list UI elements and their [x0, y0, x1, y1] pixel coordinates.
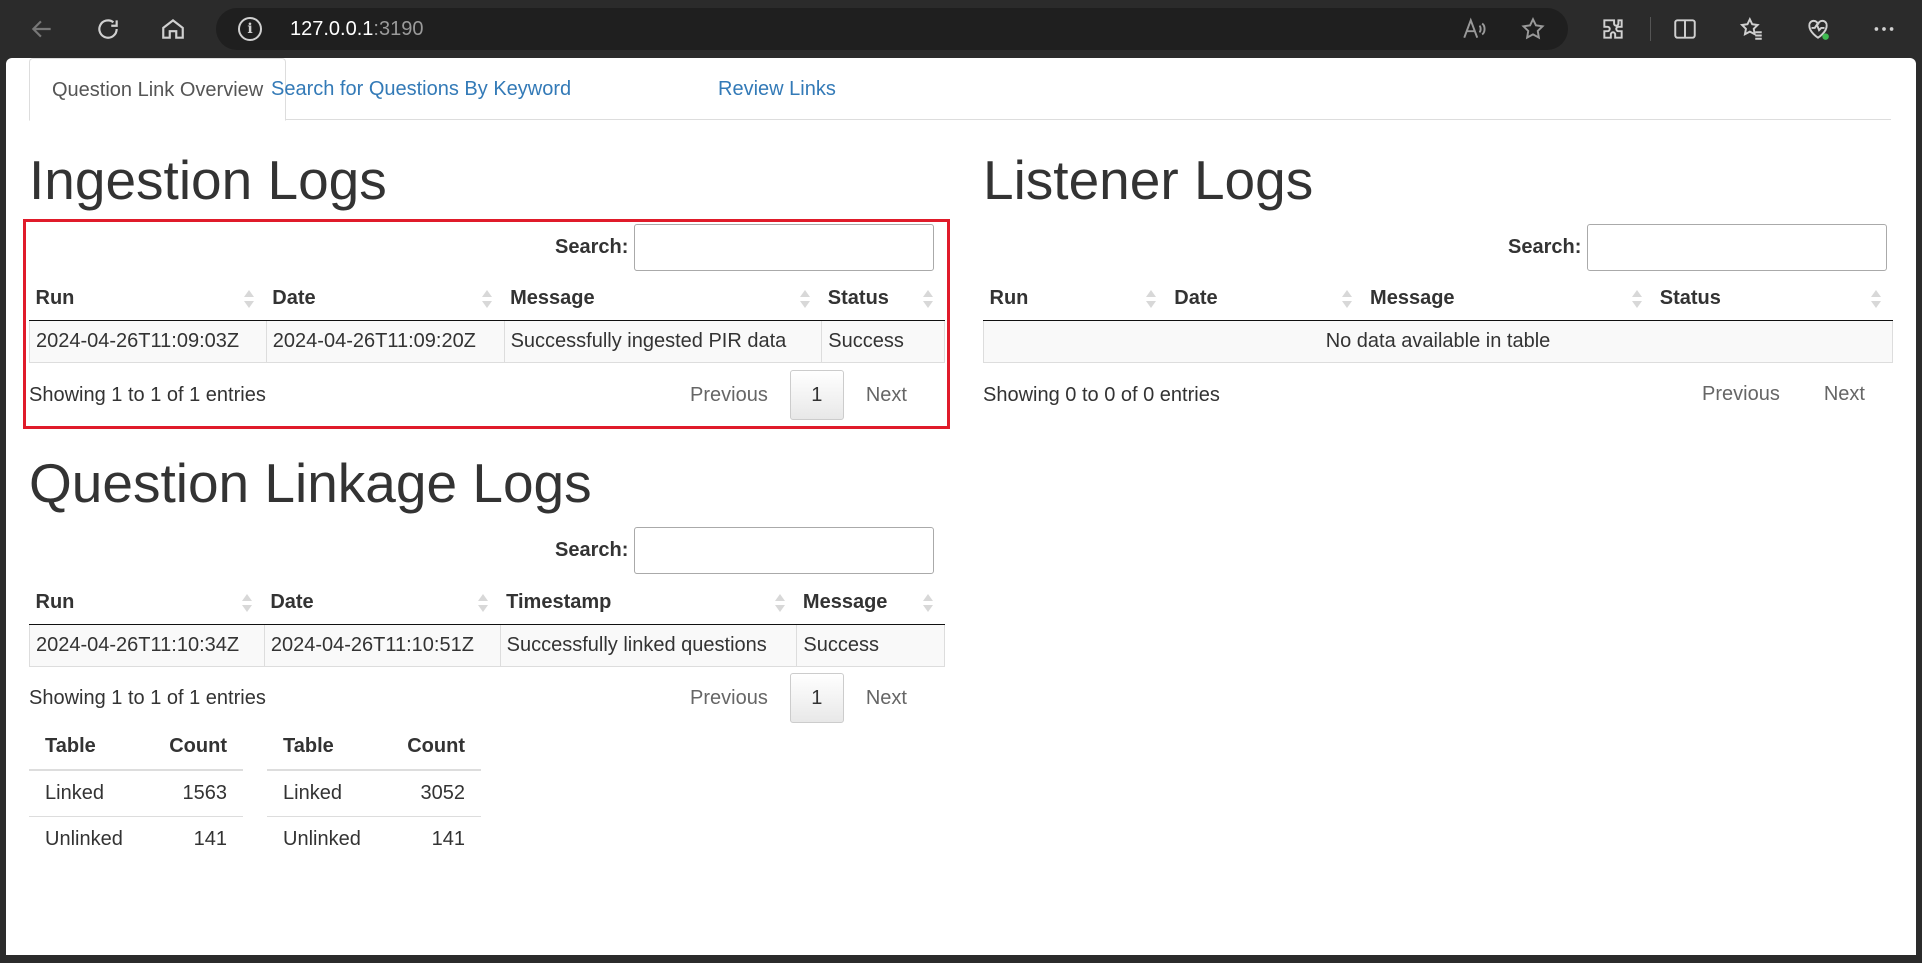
cell-timestamp: Successfully linked questions	[499, 623, 797, 667]
url-text[interactable]: 127.0.0.1:3190	[290, 18, 423, 41]
sort-icon	[1342, 290, 1353, 310]
more-options-icon[interactable]	[1862, 7, 1906, 51]
listener-search-input[interactable]	[1587, 224, 1888, 271]
sort-icon	[1870, 290, 1881, 310]
column-header-timestamp[interactable]: Timestamp	[500, 582, 797, 625]
linkage-entries-info: Showing 1 to 1 of 1 entries	[29, 687, 266, 709]
search-label: Search:	[1508, 236, 1582, 258]
highlight-box	[23, 219, 950, 429]
column-header-message[interactable]: Message	[796, 582, 945, 625]
listener-pagination: Previous Next	[1680, 370, 1887, 418]
tab-bar: Question Link Overview Search for Questi…	[29, 58, 1891, 121]
back-icon[interactable]	[20, 7, 64, 51]
site-info-icon[interactable]: i	[238, 17, 262, 41]
count-value: 3052	[384, 769, 481, 816]
count-label: Linked	[267, 769, 385, 816]
cell-date: 2024-04-26T11:10:51Z	[263, 623, 501, 667]
listener-entries-info: Showing 0 to 0 of 0 entries	[983, 384, 1220, 406]
page-1-button[interactable]: 1	[789, 673, 844, 723]
column-header-status[interactable]: Status	[1653, 278, 1893, 321]
linkage-search-input[interactable]	[634, 527, 935, 574]
column-header-message[interactable]: Message	[1364, 278, 1654, 321]
extensions-icon[interactable]	[1591, 7, 1635, 51]
next-button[interactable]: Next	[1802, 370, 1887, 418]
count-value: 141	[146, 815, 243, 862]
next-button[interactable]: Next	[844, 674, 929, 722]
tab-review-links[interactable]: Review Links	[696, 58, 858, 120]
table-row: 2024-04-26T11:10:34Z 2024-04-26T11:10:51…	[29, 623, 945, 667]
linkage-pagination: Previous 1 Next	[668, 673, 929, 723]
split-screen-icon[interactable]	[1663, 7, 1707, 51]
count-header-count: Count	[384, 724, 481, 771]
favorite-star-icon[interactable]	[1511, 7, 1555, 51]
count-label: Unlinked	[267, 815, 385, 862]
sort-icon	[242, 594, 253, 614]
link-count-table-1: Table Count Linked 1563 Unlinked 141	[29, 724, 243, 862]
ingestion-logs-title: Ingestion Logs	[29, 149, 387, 211]
table-row: Unlinked 141	[29, 815, 243, 862]
browser-toolbar: i 127.0.0.1:3190	[0, 0, 1922, 58]
linkage-search-row: Search:	[555, 527, 935, 574]
home-icon[interactable]	[151, 7, 195, 51]
address-bar[interactable]: i 127.0.0.1:3190	[216, 8, 1568, 50]
page-viewport: Question Link Overview Search for Questi…	[6, 58, 1916, 955]
sort-icon	[922, 594, 933, 614]
previous-button[interactable]: Previous	[1680, 370, 1802, 418]
toolbar-separator	[1650, 17, 1651, 41]
sort-icon	[774, 594, 785, 614]
column-header-date[interactable]: Date	[1168, 278, 1365, 321]
sort-icon	[1146, 290, 1157, 310]
column-header-run[interactable]: Run	[983, 278, 1169, 321]
table-row: Unlinked 141	[267, 815, 481, 862]
tab-question-link-overview[interactable]: Question Link Overview	[29, 58, 287, 121]
tab-search-questions-by-keyword[interactable]: Search for Questions By Keyword	[249, 58, 593, 120]
browser-essentials-icon[interactable]	[1796, 7, 1840, 51]
listener-logs-title: Listener Logs	[983, 149, 1314, 211]
column-header-date[interactable]: Date	[264, 582, 501, 625]
window-bottom-edge	[0, 955, 1922, 963]
read-aloud-icon[interactable]	[1452, 7, 1496, 51]
question-linkage-logs-title: Question Linkage Logs	[29, 452, 592, 514]
count-label: Unlinked	[29, 815, 147, 862]
empty-table-message: No data available in table	[983, 319, 1893, 363]
previous-button[interactable]: Previous	[668, 674, 790, 722]
table-row: Linked 3052	[267, 769, 481, 816]
count-value: 141	[384, 815, 481, 862]
sort-icon	[478, 594, 489, 614]
count-header-table: Table	[29, 724, 147, 771]
cell-message: Success	[796, 623, 945, 667]
refresh-icon[interactable]	[86, 7, 130, 51]
linkage-table: Run Date Timestamp Message 2024-04-26T11…	[29, 582, 945, 667]
count-value: 1563	[146, 769, 243, 816]
listener-table: Run Date Message Status No data availabl…	[983, 278, 1893, 363]
column-header-run[interactable]: Run	[29, 582, 265, 625]
link-count-table-2: Table Count Linked 3052 Unlinked 141	[267, 724, 481, 862]
count-header-table: Table	[267, 724, 385, 771]
table-row: Linked 1563	[29, 769, 243, 816]
search-label: Search:	[555, 539, 629, 561]
table-row: No data available in table	[983, 319, 1893, 363]
count-label: Linked	[29, 769, 147, 816]
cell-run: 2024-04-26T11:10:34Z	[29, 623, 265, 667]
listener-search-row: Search:	[1508, 224, 1888, 271]
favorites-icon[interactable]	[1730, 7, 1774, 51]
count-header-count: Count	[146, 724, 243, 771]
sort-icon	[1631, 290, 1642, 310]
